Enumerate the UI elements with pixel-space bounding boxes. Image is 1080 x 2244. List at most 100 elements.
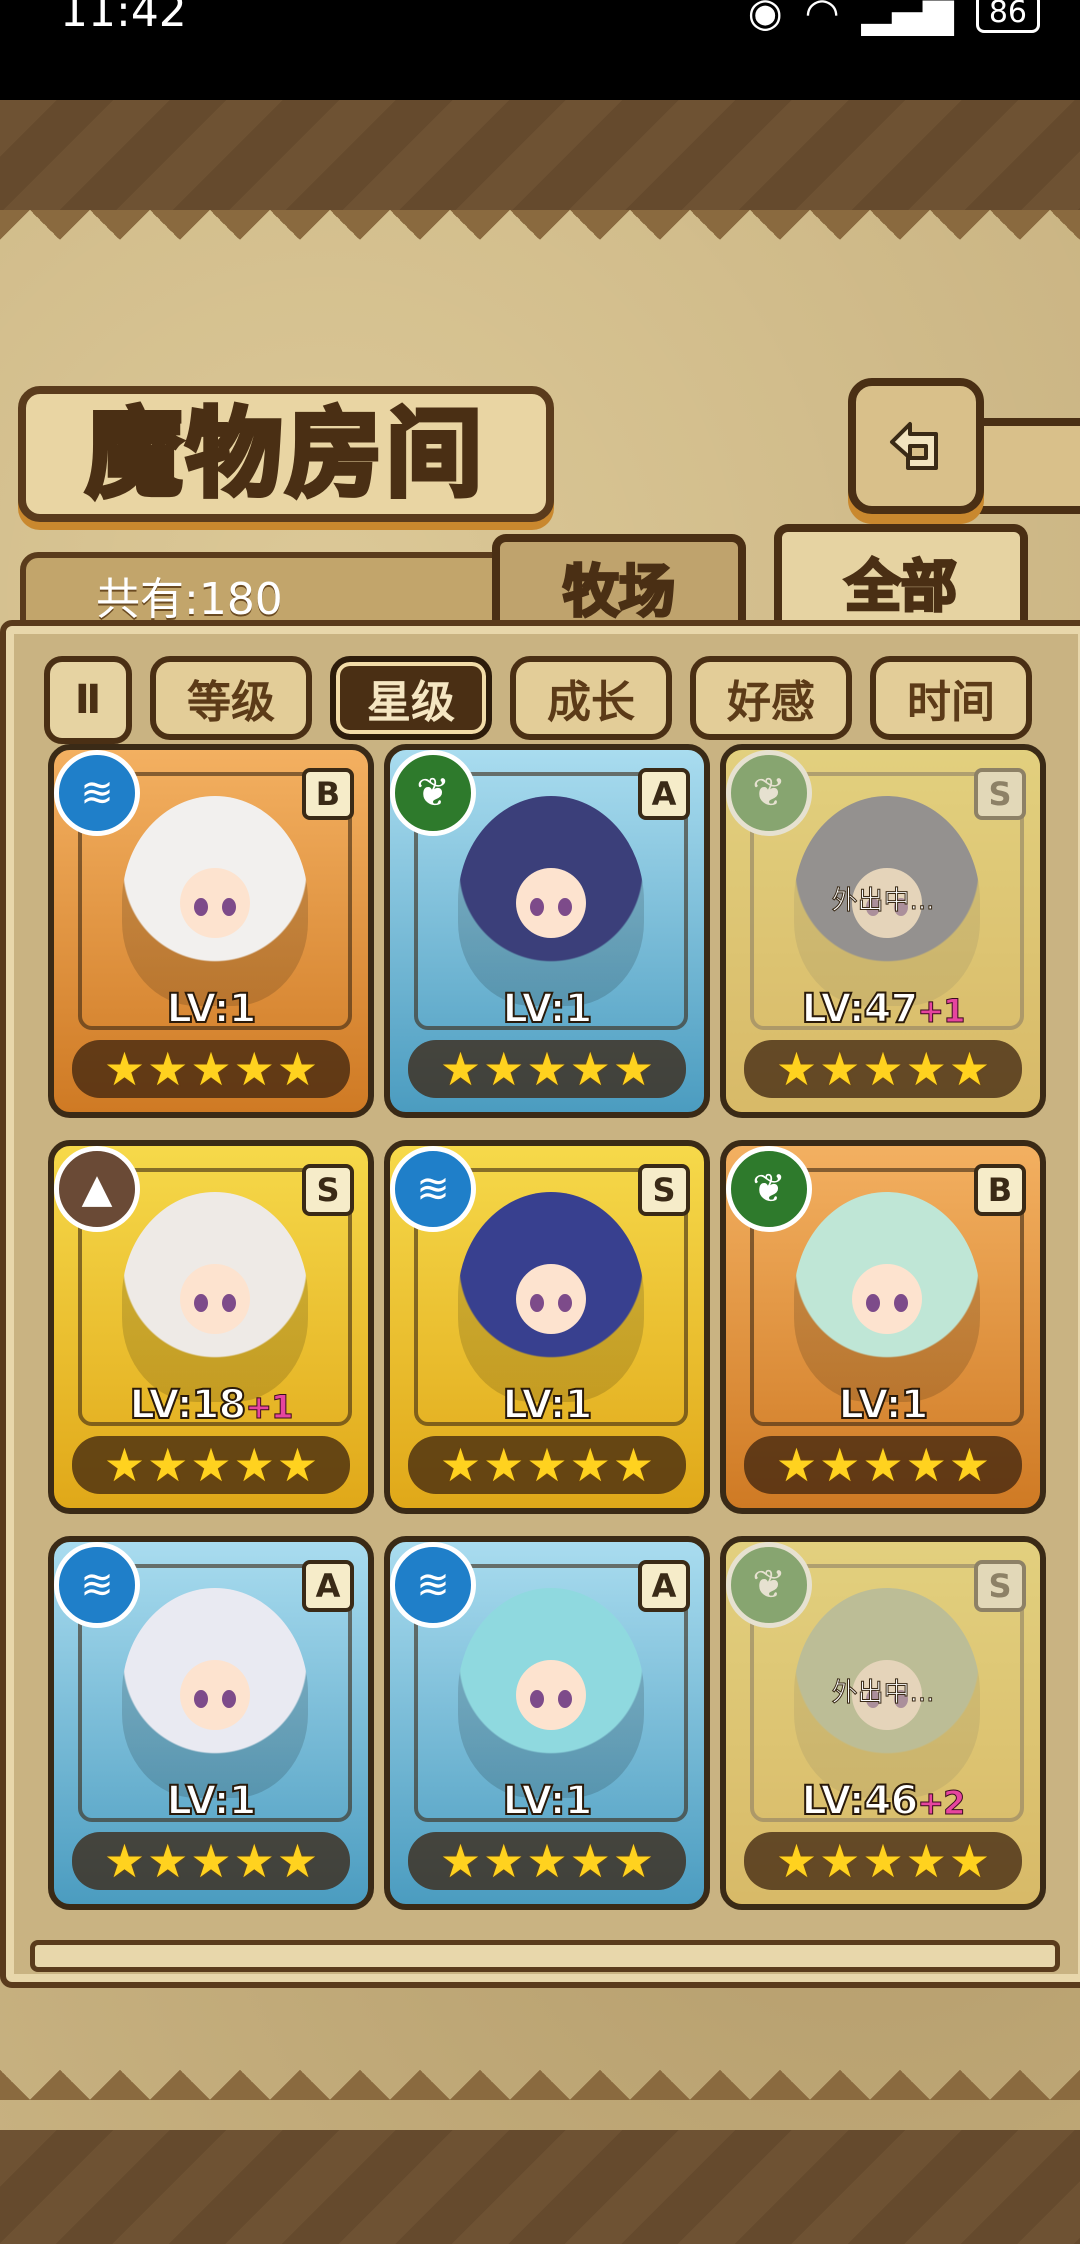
level-value: LV:1 [502,985,594,1033]
star-icon: ★ [948,1834,991,1888]
monster-face [180,1264,250,1334]
sort-order-toggle[interactable]: Ⅱ [44,656,132,744]
away-status: 外出中... [831,886,935,917]
monster-eye [558,898,572,916]
star-icon: ★ [775,1834,818,1888]
star-icon: ★ [612,1834,655,1888]
star-icon: ★ [526,1042,568,1096]
away-status: 外出中... [831,1678,935,1709]
filter-growth-button[interactable]: 成长 [510,656,672,740]
panel-bottom-bar [30,1940,1060,1972]
filter-affection-button[interactable]: 好感 [690,656,852,740]
monster-portrait [458,1192,644,1402]
star-icon: ★ [103,1042,146,1096]
star-icon: ★ [819,1042,861,1096]
monster-card[interactable]: ❦S外出中...LV:47+1★★★★★ [720,744,1046,1118]
zigzag-border-bottom [0,2060,1080,2130]
monster-eye [222,1294,236,1312]
background-top [0,100,1080,210]
status-icons: ◉ ◠ ▂▄▆ 86 [748,0,1040,36]
monster-card[interactable]: ≋ S LV:1 ★ ★ ★ ★ ★ [384,1140,710,1514]
monster-card[interactable]: ≋ A LV:1 ★ ★ ★ ★ ★ [48,1536,374,1910]
monster-portrait [458,1588,644,1798]
monster-eye [530,1294,544,1312]
rank-badge: A [302,1560,354,1612]
star-icon: ★ [905,1834,947,1888]
monster-card[interactable]: ❦ B LV:1 ★ ★ ★ ★ ★ [720,1140,1046,1514]
page-title: 魔物房间 [84,397,486,510]
monster-card[interactable]: ❦ A LV:1 ★ ★ ★ ★ ★ [384,744,710,1118]
monster-card[interactable]: ▲ S LV:18+1 ★ ★ ★ ★ ★ [48,1140,374,1514]
star-icon: ★ [439,1834,482,1888]
star-rating: ★ ★ ★ ★ ★ [72,1436,350,1494]
star-icon: ★ [569,1834,611,1888]
monster-card[interactable]: ≋ B LV:1 ★ ★ ★ ★ ★ [48,744,374,1118]
rank-badge: A [638,1560,690,1612]
level-label: LV:1 [390,985,704,1033]
monster-face [516,1660,586,1730]
sort-filter-row: Ⅱ 等级 星级 成长 好感 时间 [44,656,1044,744]
monster-face [516,868,586,938]
star-icon: ★ [775,1042,818,1096]
star-icon: ★ [905,1042,947,1096]
earth-element-icon: ▲ [54,1146,140,1232]
level-bonus: +1 [245,1388,294,1427]
rank-badge: S [638,1164,690,1216]
level-label: LV:1 [54,1777,368,1825]
wifi-icon: ◠ [804,0,840,36]
star-icon: ★ [147,1834,189,1888]
monster-card[interactable]: ≋ A LV:1 ★ ★ ★ ★ ★ [384,1536,710,1910]
monster-portrait [122,796,308,1006]
level-value: LV:1 [502,1777,594,1825]
star-icon: ★ [948,1438,991,1492]
star-rating: ★ ★ ★ ★ ★ [408,1040,686,1098]
back-button[interactable] [848,378,984,514]
star-rating: ★ ★ ★ ★ ★ [744,1436,1022,1494]
rank-badge: B [974,1164,1026,1216]
star-icon: ★ [439,1042,482,1096]
star-icon: ★ [612,1042,655,1096]
filter-time-button[interactable]: 时间 [870,656,1032,740]
monster-portrait [122,1588,308,1798]
level-label: LV:1 [390,1381,704,1429]
star-icon: ★ [569,1438,611,1492]
tab-ranch[interactable]: 牧场 [492,534,746,632]
monster-portrait [794,1192,980,1402]
star-icon: ★ [103,1834,146,1888]
monster-eye [894,1294,908,1312]
star-icon: ★ [948,1042,991,1096]
monster-face [180,1660,250,1730]
signal-icon: ▂▄▆ [861,0,954,36]
water-element-icon: ≋ [54,1542,140,1628]
tab-all[interactable]: 全部 [774,524,1028,632]
level-value: LV:1 [838,1381,930,1429]
star-icon: ★ [819,1438,861,1492]
star-icon: ★ [483,1438,525,1492]
star-icon: ★ [862,1834,904,1888]
star-rating: ★ ★ ★ ★ ★ [72,1832,350,1890]
monster-eye [222,898,236,916]
star-icon: ★ [276,1834,319,1888]
level-label: LV:1 [54,985,368,1033]
star-icon: ★ [612,1438,655,1492]
star-icon: ★ [526,1834,568,1888]
star-icon: ★ [905,1438,947,1492]
monster-eye [558,1690,572,1708]
filter-level-button[interactable]: 等级 [150,656,312,740]
level-label: LV:1 [726,1381,1040,1429]
rank-badge: S [302,1164,354,1216]
level-bonus: +2 [917,1784,966,1823]
level-bonus: +1 [917,992,966,1031]
monster-card[interactable]: ❦S外出中...LV:46+2★★★★★ [720,1536,1046,1910]
star-icon: ★ [483,1834,525,1888]
star-icon: ★ [569,1042,611,1096]
star-rating: ★ ★ ★ ★ ★ [744,1040,1022,1098]
filter-star-button[interactable]: 星级 [330,656,492,740]
wood-element-icon: ❦ [726,1146,812,1232]
monster-eye [530,1690,544,1708]
monster-portrait [458,796,644,1006]
level-label: LV:47+1 [726,985,1040,1033]
monster-eye [222,1690,236,1708]
background-bottom [0,2130,1080,2244]
water-element-icon: ≋ [390,1542,476,1628]
